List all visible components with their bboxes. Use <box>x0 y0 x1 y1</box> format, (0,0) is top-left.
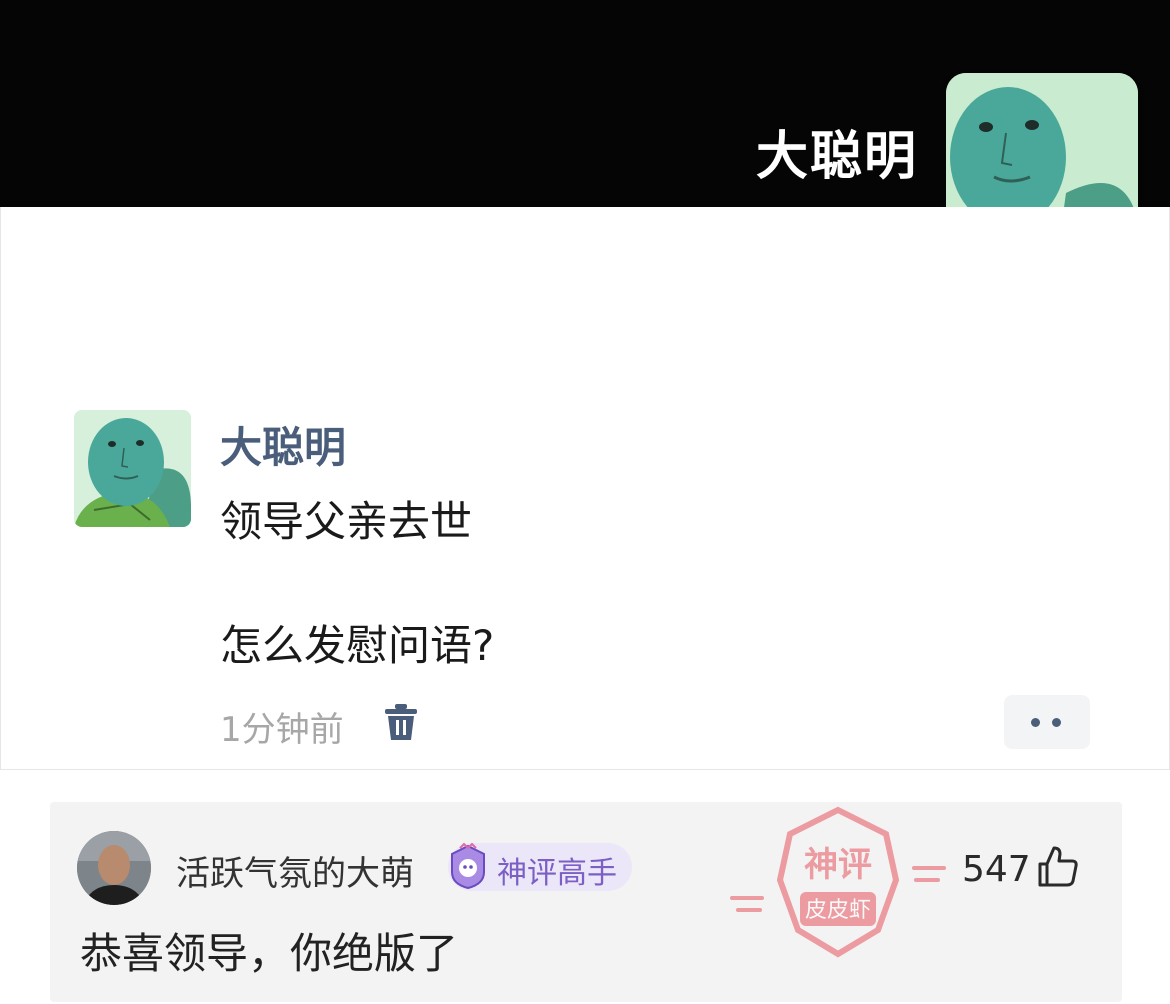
person-avatar-icon <box>77 831 151 905</box>
stamp-bottom-text: 皮皮虾 <box>805 898 871 923</box>
more-options-button[interactable] <box>1004 695 1090 749</box>
post-avatar[interactable] <box>74 410 191 527</box>
post-line-1: 领导父亲去世 <box>220 497 473 546</box>
post-author[interactable]: 大聪明 <box>220 414 346 475</box>
more-dots-icon <box>1052 718 1061 727</box>
stamp-top-text: 神评 <box>804 845 872 885</box>
header-name: 大聪明 <box>755 127 918 187</box>
badge-crest-icon <box>451 842 485 890</box>
comment-text: 恭喜领导，你绝版了 <box>80 929 459 978</box>
commenter-name[interactable]: 活跃气氛的大萌 <box>176 846 414 895</box>
turtle-face-icon <box>74 410 191 527</box>
commenter-avatar[interactable] <box>77 831 151 905</box>
like-count: 547 <box>962 849 1031 890</box>
more-dots-icon <box>1031 718 1040 727</box>
thumbs-up-icon[interactable] <box>1036 844 1080 888</box>
trash-icon[interactable] <box>384 703 418 741</box>
post-line-2: 怎么发慰问语? <box>220 621 495 670</box>
badge-label: 神评高手 <box>497 856 617 891</box>
post-time: 1分钟前 <box>220 710 344 750</box>
stamp-logo: 神评 皮皮虾 <box>730 806 946 958</box>
